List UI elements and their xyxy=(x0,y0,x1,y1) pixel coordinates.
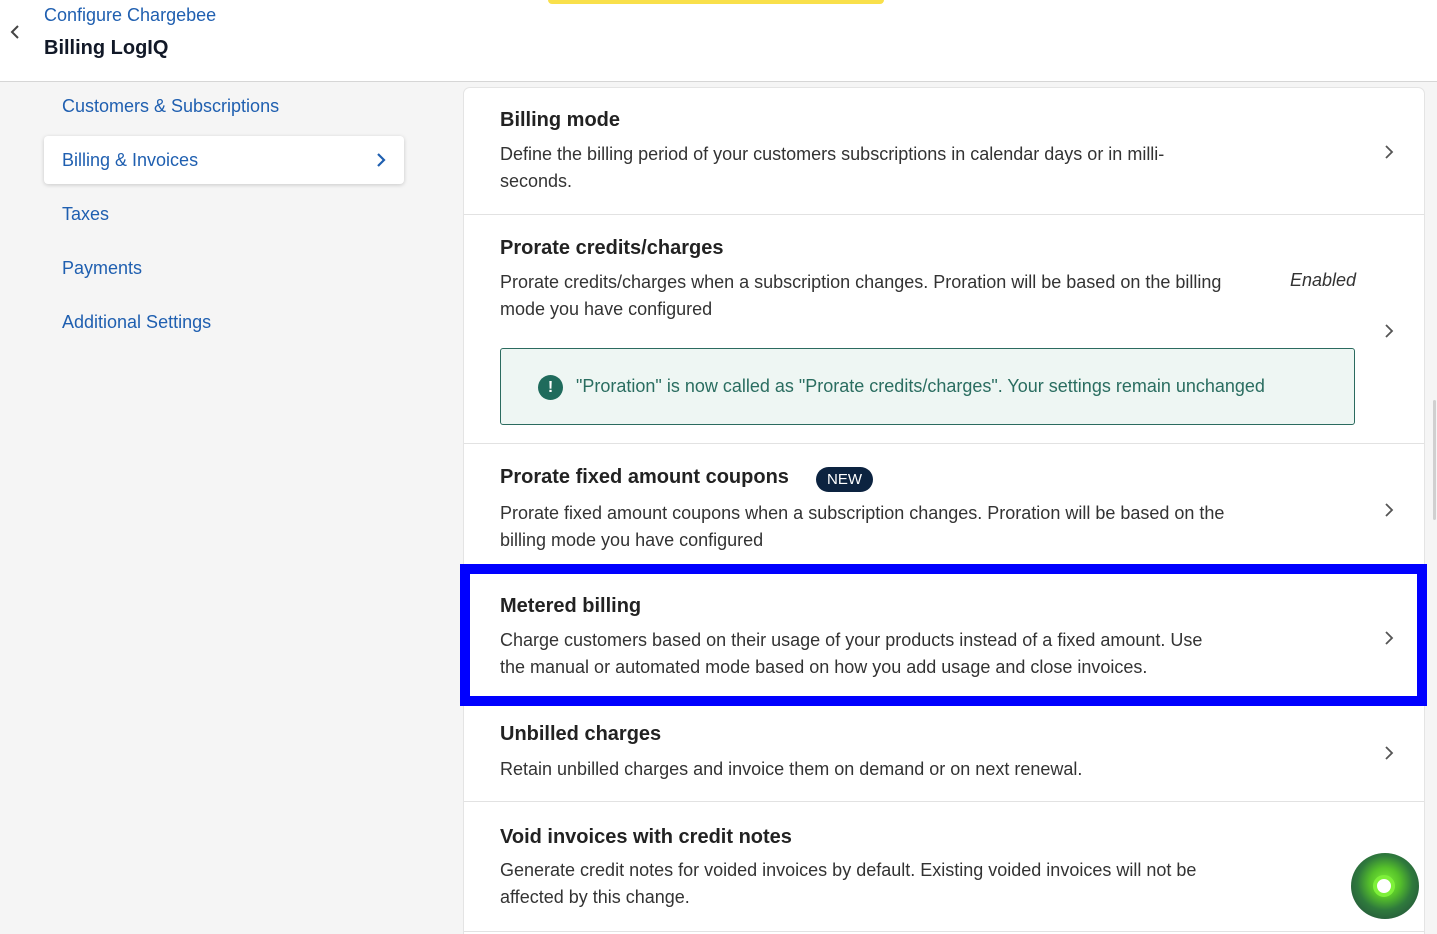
status-label: Enabled xyxy=(1289,270,1356,290)
setting-title: Unbilled charges xyxy=(500,723,662,745)
notice-text: "Proration" is now called as "Prorate cr… xyxy=(576,376,1265,396)
rename-notice: ! "Proration" is now called as "Prorate … xyxy=(500,348,1355,425)
chevron-right-icon xyxy=(1385,145,1394,159)
setting-title: Billing mode xyxy=(500,109,620,131)
sidebar-item-additional-settings[interactable]: Additional Settings xyxy=(44,298,404,346)
setting-description: Define the billing period of your custom… xyxy=(500,144,1165,191)
sidebar-item-billing-invoices[interactable]: Billing & Invoices xyxy=(44,136,404,184)
sidebar-item-label: Additional Settings xyxy=(62,311,212,332)
setting-unbilled-charges[interactable]: Unbilled charges Retain unbilled charges… xyxy=(464,702,1424,802)
setting-description: Generate credit notes for voided invoice… xyxy=(500,860,1197,907)
sidebar-item-label: Taxes xyxy=(62,203,110,224)
breadcrumb-link[interactable]: Configure Chargebee xyxy=(44,5,216,26)
chat-icon xyxy=(1373,875,1395,897)
setting-description: Prorate credits/charges when a subscript… xyxy=(500,272,1222,319)
sidebar-item-label: Payments xyxy=(62,257,143,278)
chevron-right-icon xyxy=(1385,746,1394,760)
setting-description: Charge customers based on their usage of… xyxy=(500,630,1203,677)
settings-panel: Billing mode Define the billing period o… xyxy=(464,88,1424,934)
setting-metered-billing[interactable]: Metered billing Charge customers based o… xyxy=(464,573,1424,702)
setting-title: Void invoices with credit notes xyxy=(500,826,792,848)
exclamation-icon: ! xyxy=(538,375,563,400)
setting-title: Prorate fixed amount coupons xyxy=(500,466,789,488)
top-header: Configure Chargebee Billing LogIQ xyxy=(0,0,1437,82)
sidebar-item-taxes[interactable]: Taxes xyxy=(44,190,404,238)
setting-prorate-fixed-amount-coupons[interactable]: Prorate fixed amount coupons NEW Prorate… xyxy=(464,444,1424,573)
sidebar-item-label: Customers & Subscriptions xyxy=(62,95,280,116)
setting-description: Prorate fixed amount coupons when a subs… xyxy=(500,503,1225,550)
scrollbar[interactable] xyxy=(1433,400,1436,520)
chevron-right-icon xyxy=(1385,503,1394,517)
chevron-right-icon xyxy=(377,153,386,167)
accent-bar xyxy=(548,0,884,4)
sidebar-item-customers-subscriptions[interactable]: Customers & Subscriptions xyxy=(44,82,404,130)
page-title: Billing LogIQ xyxy=(44,37,169,59)
chevron-left-icon xyxy=(10,25,19,39)
setting-description: Retain unbilled charges and invoice them… xyxy=(500,759,1083,779)
sidebar-item-label: Billing & Invoices xyxy=(62,149,199,170)
setting-title: Metered billing xyxy=(500,595,642,617)
setting-title: Prorate credits/charges xyxy=(500,237,724,259)
setting-void-invoices-credit-notes[interactable]: Void invoices with credit notes Generate… xyxy=(464,802,1424,932)
back-button[interactable] xyxy=(6,22,24,42)
chevron-right-icon xyxy=(1385,324,1394,338)
sidebar: Customers & Subscriptions Billing & Invo… xyxy=(0,82,440,934)
new-badge: NEW xyxy=(816,467,873,492)
chat-widget-button[interactable] xyxy=(1351,853,1419,919)
sidebar-item-payments[interactable]: Payments xyxy=(44,244,404,292)
setting-billing-mode[interactable]: Billing mode Define the billing period o… xyxy=(464,88,1424,215)
chevron-right-icon xyxy=(1385,631,1394,645)
